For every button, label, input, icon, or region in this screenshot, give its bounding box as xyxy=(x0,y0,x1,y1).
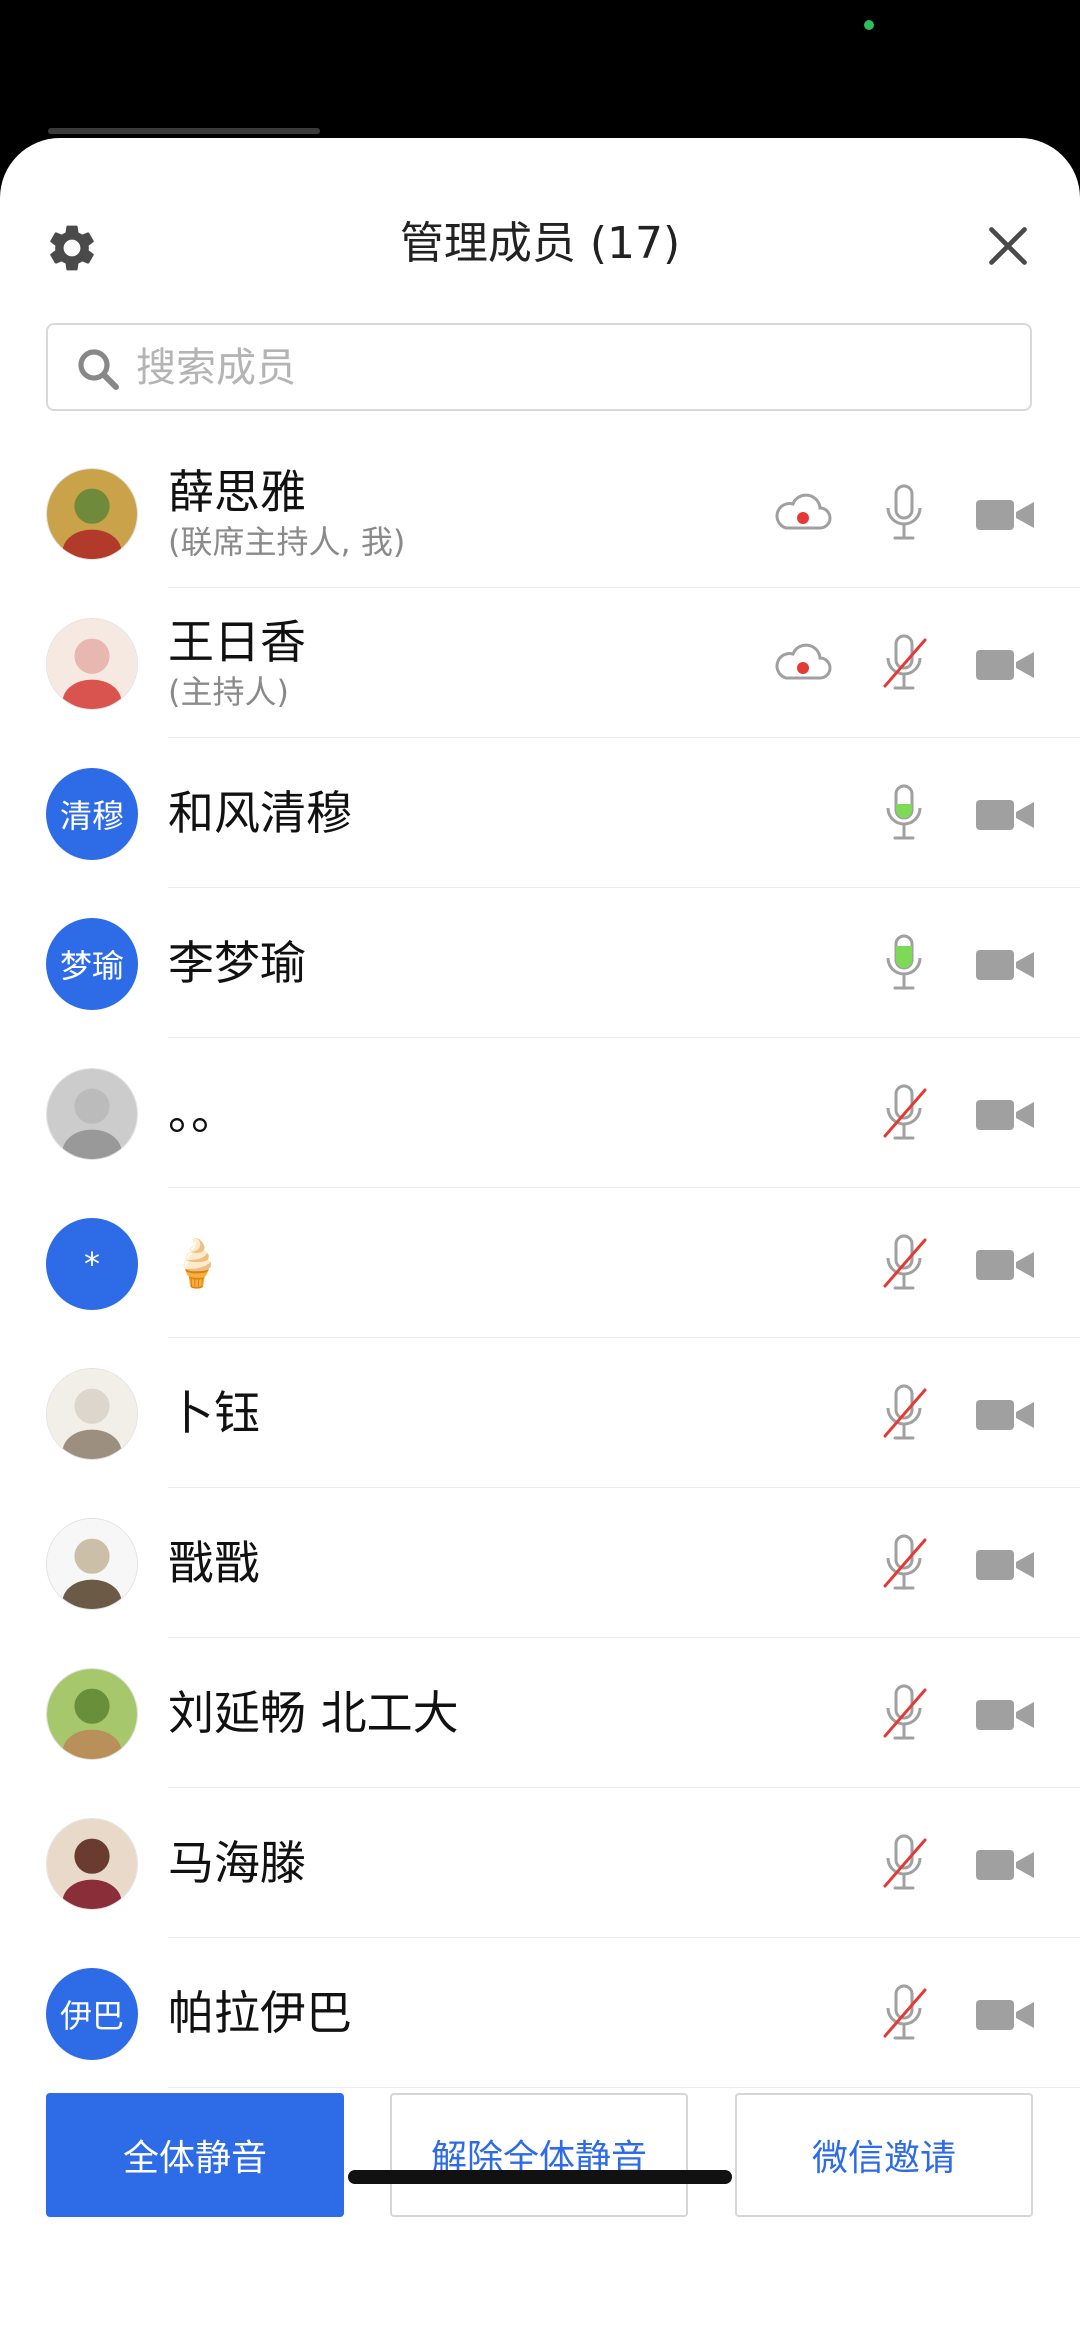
member-name: 薛思雅 xyxy=(168,465,306,519)
microphone-icon[interactable] xyxy=(878,1682,930,1746)
video-camera-icon[interactable] xyxy=(974,782,1036,846)
avatar xyxy=(46,1668,138,1760)
manage-members-sheet: 管理成员 (17) 薛思雅 (联席主持人, 我) 王日香 (主持人) 清穆 和风清穆梦瑜 李… xyxy=(0,138,1080,2339)
member-name: 🍦 xyxy=(168,1236,226,1290)
avatar: 伊巴 xyxy=(46,1968,138,2060)
microphone-icon[interactable] xyxy=(878,932,930,996)
member-name-block: 帕拉伊巴 xyxy=(168,1938,352,2088)
member-row[interactable]: 。。 xyxy=(0,1038,1080,1188)
cloud-record-icon xyxy=(772,632,834,696)
microphone-icon[interactable] xyxy=(878,632,930,696)
avatar: 清穆 xyxy=(46,768,138,860)
member-row[interactable]: * 🍦 xyxy=(0,1188,1080,1338)
microphone-icon[interactable] xyxy=(878,1832,930,1896)
row-divider xyxy=(168,2087,1080,2088)
video-camera-icon[interactable] xyxy=(974,1382,1036,1446)
avatar xyxy=(46,468,138,560)
microphone-icon[interactable] xyxy=(878,1082,930,1146)
member-name-block: 刘延畅 北工大 xyxy=(168,1638,459,1788)
member-name-block: 卜钰 xyxy=(168,1338,260,1488)
video-camera-icon[interactable] xyxy=(974,632,1036,696)
member-row[interactable]: 伊巴 帕拉伊巴 xyxy=(0,1938,1080,2088)
avatar-initials: 伊巴 xyxy=(59,1997,124,2035)
search-icon xyxy=(78,349,119,390)
avatar xyxy=(46,618,138,710)
search-input[interactable] xyxy=(134,325,1018,411)
video-camera-icon[interactable] xyxy=(974,1682,1036,1746)
microphone-icon[interactable] xyxy=(878,1232,930,1296)
unmute-all-button[interactable]: 解除全体静音 xyxy=(390,2093,688,2217)
member-row[interactable]: 清穆 和风清穆 xyxy=(0,738,1080,888)
member-row[interactable]: 刘延畅 北工大 xyxy=(0,1638,1080,1788)
mute-all-button[interactable]: 全体静音 xyxy=(46,2093,344,2217)
avatar: * xyxy=(46,1218,138,1310)
member-name-block: 戬戬 xyxy=(168,1488,260,1638)
avatar-initials: 清穆 xyxy=(59,797,124,835)
member-name-block: 马海滕 xyxy=(168,1788,306,1938)
member-name: 李梦瑜 xyxy=(168,936,306,990)
home-indicator[interactable] xyxy=(348,2170,732,2184)
member-row[interactable]: 梦瑜 李梦瑜 xyxy=(0,888,1080,1038)
cloud-record-icon xyxy=(772,482,834,546)
avatar xyxy=(46,1818,138,1910)
wechat-invite-button[interactable]: 微信邀请 xyxy=(735,2093,1033,2217)
sheet-header: 管理成员 (17) xyxy=(0,138,1080,278)
member-name: 和风清穆 xyxy=(168,786,352,840)
member-row[interactable]: 薛思雅 (联席主持人, 我) xyxy=(0,438,1080,588)
member-role: (联席主持人, 我) xyxy=(168,523,406,561)
status-bar xyxy=(0,0,1080,140)
microphone-icon[interactable] xyxy=(878,482,930,546)
video-camera-icon[interactable] xyxy=(974,1532,1036,1596)
member-name-block: 🍦 xyxy=(168,1188,225,1338)
avatar xyxy=(46,1368,138,1460)
video-camera-icon[interactable] xyxy=(974,1232,1036,1296)
microphone-icon[interactable] xyxy=(878,1982,930,2046)
member-name: 。。 xyxy=(168,1086,237,1140)
video-camera-icon[interactable] xyxy=(974,1082,1036,1146)
avatar: 梦瑜 xyxy=(46,918,138,1010)
camera-indicator-dot xyxy=(864,20,874,30)
video-camera-icon[interactable] xyxy=(974,482,1036,546)
video-camera-icon[interactable] xyxy=(974,932,1036,996)
member-name: 王日香 xyxy=(168,615,306,669)
search-box[interactable] xyxy=(46,323,1032,411)
member-name: 卜钰 xyxy=(168,1386,260,1440)
member-list: 薛思雅 (联席主持人, 我) 王日香 (主持人) 清穆 和风清穆 梦瑜 李梦瑜。。 * 🍦 卜钰 戬戬… xyxy=(0,438,1080,2088)
avatar-initials: * xyxy=(84,1245,100,1283)
member-name-block: 薛思雅 (联席主持人, 我) xyxy=(168,438,405,588)
member-name: 刘延畅 北工大 xyxy=(168,1686,459,1740)
member-row[interactable]: 卜钰 xyxy=(0,1338,1080,1488)
page-title: 管理成员 (17) xyxy=(399,218,681,269)
video-camera-icon[interactable] xyxy=(974,1982,1036,2046)
avatar xyxy=(46,1068,138,1160)
video-camera-icon[interactable] xyxy=(974,1832,1036,1896)
member-row[interactable]: 马海滕 xyxy=(0,1788,1080,1938)
member-name-block: 李梦瑜 xyxy=(168,888,306,1038)
member-name-block: 王日香 (主持人) xyxy=(168,588,306,738)
member-name-block: 和风清穆 xyxy=(168,738,352,888)
member-name: 帕拉伊巴 xyxy=(168,1986,352,2040)
member-name-block: 。。 xyxy=(168,1038,237,1188)
member-name: 戬戬 xyxy=(168,1536,260,1590)
background-sheet-edge xyxy=(48,128,320,134)
member-row[interactable]: 王日香 (主持人) xyxy=(0,588,1080,738)
member-name: 马海滕 xyxy=(168,1836,306,1890)
member-role: (主持人) xyxy=(168,673,289,711)
microphone-icon[interactable] xyxy=(878,1382,930,1446)
close-icon[interactable] xyxy=(986,224,1030,268)
member-row[interactable]: 戬戬 xyxy=(0,1488,1080,1638)
microphone-icon[interactable] xyxy=(878,782,930,846)
avatar-initials: 梦瑜 xyxy=(59,947,124,985)
microphone-icon[interactable] xyxy=(878,1532,930,1596)
avatar xyxy=(46,1518,138,1610)
